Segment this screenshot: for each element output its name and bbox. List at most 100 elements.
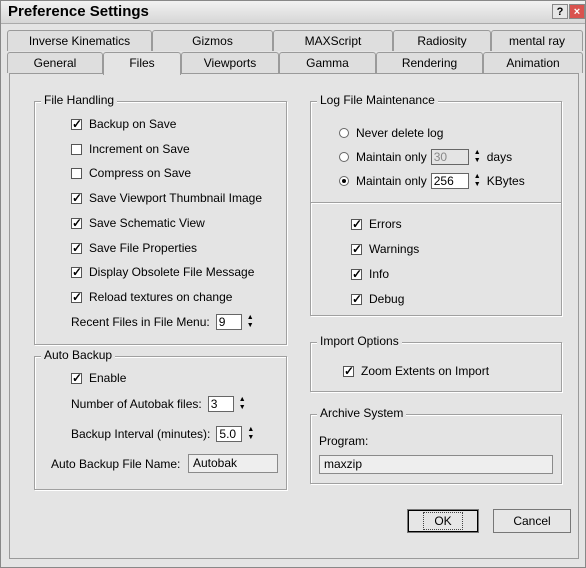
- tab-radiosity[interactable]: Radiosity: [393, 30, 491, 51]
- log-file-label: Log File Maintenance: [317, 93, 438, 107]
- compress-on-save-checkbox[interactable]: [71, 167, 82, 179]
- backup-on-save-label: Backup on Save: [89, 117, 177, 131]
- zoom-extents-option[interactable]: Zoom Extents on Import: [343, 362, 489, 380]
- auto-backup-enable-option[interactable]: Enable: [71, 369, 126, 387]
- files-panel: File Handling Backup on Save Increment o…: [9, 73, 579, 559]
- save-thumbnail-checkbox[interactable]: [71, 190, 82, 206]
- errors-label: Errors: [369, 217, 402, 231]
- maintain-days-radio[interactable]: [339, 152, 349, 162]
- close-icon[interactable]: ×: [569, 4, 585, 19]
- tab-viewports[interactable]: Viewports: [181, 52, 279, 73]
- compress-on-save-label: Compress on Save: [89, 166, 192, 180]
- maintain-kbytes-label: Maintain only: [356, 174, 427, 188]
- never-delete-radio[interactable]: [339, 128, 349, 138]
- maintain-days-label: Maintain only: [356, 150, 427, 164]
- maintain-kbytes-option[interactable]: Maintain only 256 ▲ ▼ KBytes: [339, 172, 525, 190]
- save-file-properties-label: Save File Properties: [89, 241, 198, 255]
- info-label: Info: [369, 267, 390, 281]
- save-file-properties-option[interactable]: Save File Properties: [71, 239, 197, 257]
- cancel-button[interactable]: Cancel: [493, 509, 571, 533]
- backup-filename-row: Auto Backup File Name:: [51, 455, 180, 473]
- maintain-kbytes-radio[interactable]: [339, 176, 349, 186]
- reload-textures-checkbox[interactable]: [71, 289, 82, 305]
- compress-on-save-option[interactable]: Compress on Save: [71, 164, 191, 182]
- warnings-option[interactable]: Warnings: [351, 240, 419, 258]
- backup-on-save-option[interactable]: Backup on Save: [71, 115, 176, 133]
- recent-files-spinner[interactable]: 9 ▲ ▼: [215, 314, 256, 330]
- autobak-files-spinner[interactable]: 3 ▲ ▼: [207, 396, 248, 412]
- kbytes-spinner[interactable]: 256 ▲ ▼: [430, 173, 483, 189]
- days-unit: days: [486, 150, 513, 164]
- debug-option[interactable]: Debug: [351, 290, 404, 308]
- zoom-extents-label: Zoom Extents on Import: [361, 364, 490, 378]
- spinner-arrows-icon[interactable]: ▲ ▼: [472, 173, 483, 189]
- program-row: Program:: [319, 432, 368, 450]
- backup-filename-input[interactable]: Autobak: [188, 454, 278, 473]
- log-divider: [311, 202, 561, 204]
- archive-system-group: Archive System Program: maxzip: [310, 406, 562, 484]
- recent-files-label: Recent Files in File Menu:: [71, 315, 210, 329]
- backup-interval-value[interactable]: 5.0: [216, 426, 243, 442]
- spinner-arrows-icon[interactable]: ▲ ▼: [472, 149, 483, 165]
- tab-files[interactable]: Files: [103, 52, 181, 75]
- tab-animation[interactable]: Animation: [483, 52, 583, 73]
- obsolete-message-option[interactable]: Display Obsolete File Message: [71, 263, 254, 281]
- tab-row-2: General Files Viewports Gamma Rendering …: [5, 52, 583, 75]
- errors-option[interactable]: Errors: [351, 215, 402, 233]
- debug-checkbox[interactable]: [351, 291, 362, 307]
- autobak-files-value[interactable]: 3: [207, 396, 234, 412]
- info-option[interactable]: Info: [351, 265, 389, 283]
- ok-button-label: OK: [423, 512, 463, 530]
- maintain-days-option[interactable]: Maintain only 30 ▲ ▼ days: [339, 148, 512, 166]
- kbytes-value[interactable]: 256: [430, 173, 469, 189]
- kbytes-unit: KBytes: [486, 174, 525, 188]
- errors-checkbox[interactable]: [351, 216, 362, 232]
- save-schematic-option[interactable]: Save Schematic View: [71, 214, 205, 232]
- spinner-arrows-icon[interactable]: ▲ ▼: [245, 314, 256, 330]
- ok-button[interactable]: OK: [407, 509, 479, 533]
- days-spinner[interactable]: 30 ▲ ▼: [430, 149, 483, 165]
- save-file-properties-checkbox[interactable]: [71, 240, 82, 256]
- autobak-files-row: Number of Autobak files: 3 ▲ ▼: [71, 395, 248, 413]
- import-options-label: Import Options: [317, 334, 402, 348]
- file-handling-label: File Handling: [41, 93, 118, 107]
- backup-interval-row: Backup Interval (minutes): 5.0 ▲ ▼: [71, 425, 256, 443]
- auto-backup-enable-checkbox[interactable]: [71, 370, 82, 386]
- zoom-extents-checkbox[interactable]: [343, 363, 354, 379]
- backup-interval-spinner[interactable]: 5.0 ▲ ▼: [216, 426, 256, 442]
- program-label: Program:: [319, 434, 369, 448]
- window-title: Preference Settings: [8, 3, 149, 20]
- tab-gamma[interactable]: Gamma: [279, 52, 376, 73]
- tab-mental-ray[interactable]: mental ray: [491, 30, 583, 51]
- debug-label: Debug: [369, 292, 405, 306]
- save-thumbnail-option[interactable]: Save Viewport Thumbnail Image: [71, 189, 262, 207]
- days-value[interactable]: 30: [430, 149, 469, 165]
- increment-on-save-checkbox[interactable]: [71, 143, 82, 155]
- tab-gizmos[interactable]: Gizmos: [152, 30, 273, 51]
- archive-system-label: Archive System: [317, 406, 407, 420]
- reload-textures-option[interactable]: Reload textures on change: [71, 288, 232, 306]
- obsolete-message-checkbox[interactable]: [71, 264, 82, 280]
- title-bar[interactable]: Preference Settings ? ×: [1, 1, 585, 24]
- tab-maxscript[interactable]: MAXScript: [273, 30, 393, 51]
- save-schematic-checkbox[interactable]: [71, 215, 82, 231]
- recent-files-value[interactable]: 9: [215, 314, 242, 330]
- program-input[interactable]: maxzip: [319, 455, 553, 474]
- backup-on-save-checkbox[interactable]: [71, 116, 82, 132]
- auto-backup-enable-label: Enable: [89, 371, 127, 385]
- tab-row-1: Inverse Kinematics Gizmos MAXScript Radi…: [5, 30, 583, 52]
- spinner-arrows-icon[interactable]: ▲ ▼: [245, 426, 256, 442]
- tab-rendering[interactable]: Rendering: [376, 52, 483, 73]
- never-delete-option[interactable]: Never delete log: [339, 124, 443, 142]
- tab-general[interactable]: General: [7, 52, 103, 73]
- help-icon[interactable]: ?: [552, 4, 568, 19]
- spinner-arrows-icon[interactable]: ▲ ▼: [237, 396, 248, 412]
- info-checkbox[interactable]: [351, 266, 362, 282]
- never-delete-label: Never delete log: [356, 126, 444, 140]
- tab-inverse-kinematics[interactable]: Inverse Kinematics: [7, 30, 152, 51]
- increment-on-save-option[interactable]: Increment on Save: [71, 140, 190, 158]
- reload-textures-label: Reload textures on change: [89, 290, 233, 304]
- save-thumbnail-label: Save Viewport Thumbnail Image: [89, 191, 262, 205]
- auto-backup-group: Auto Backup Enable Number of Autobak fil…: [34, 348, 287, 490]
- warnings-checkbox[interactable]: [351, 241, 362, 257]
